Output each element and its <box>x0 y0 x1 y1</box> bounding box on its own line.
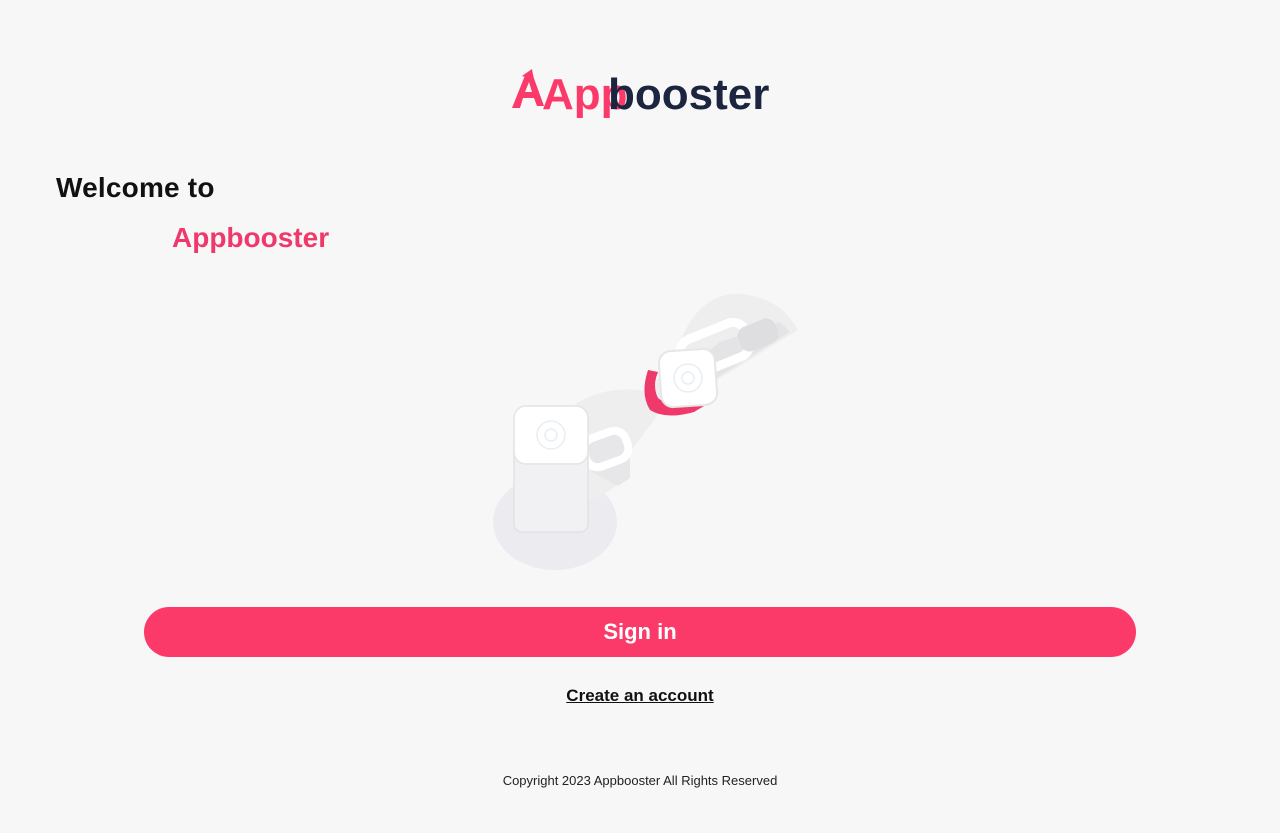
create-account-link[interactable]: Create an account <box>566 686 713 705</box>
create-account-row: Create an account <box>0 686 1280 706</box>
welcome-heading: Welcome to <box>56 172 215 203</box>
sign-in-button[interactable]: Sign in <box>144 607 1136 657</box>
locks-keys-illustration <box>493 293 798 570</box>
appbooster-logo: App booster <box>512 69 769 119</box>
welcome-brand-name: Appbooster <box>172 222 330 253</box>
login-page: App booster Welcome to Appbooster Sign i… <box>0 0 1280 833</box>
logo-text-booster: booster <box>608 70 769 119</box>
copyright-text: Copyright 2023 Appbooster All Rights Res… <box>502 773 778 788</box>
